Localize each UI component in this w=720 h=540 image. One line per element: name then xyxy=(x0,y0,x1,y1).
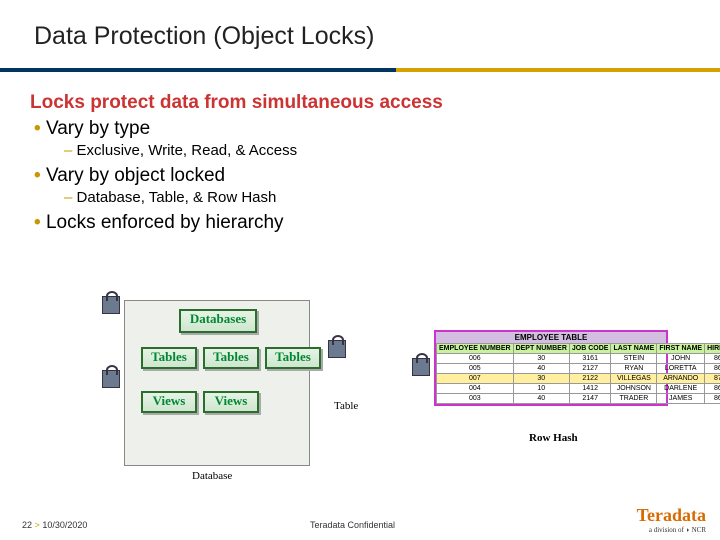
col-header: FIRST NAME xyxy=(657,344,705,354)
views-box: Views xyxy=(141,391,197,413)
tables-box: Tables xyxy=(265,347,321,369)
bullet-vary-object: • Vary by object locked xyxy=(34,165,690,187)
database-label: Database xyxy=(192,470,232,482)
employee-grid: EMPLOYEE NUMBER DEPT NUMBER JOB CODE LAS… xyxy=(436,343,720,404)
col-header: LAST NAME xyxy=(611,344,657,354)
table-label: Table xyxy=(334,400,358,412)
bullet-vary-type: • Vary by type xyxy=(34,118,690,140)
table-row: 004101412JOHNSONDARLENE861015 xyxy=(437,384,720,394)
employee-table-title: EMPLOYEE TABLE xyxy=(436,332,666,343)
employee-table: EMPLOYEE TABLE EMPLOYEE NUMBER DEPT NUMB… xyxy=(434,330,668,406)
brand-logo: Teradata a division of ◗ NCR xyxy=(637,505,706,534)
table-row: 005402127RYANLORETTA861024 xyxy=(437,364,720,374)
subbullet-text: Database, Table, & Row Hash xyxy=(77,189,277,206)
lock-icon xyxy=(328,340,346,358)
col-header: DEPT NUMBER xyxy=(513,344,569,354)
views-box: Views xyxy=(203,391,259,413)
tables-box: Tables xyxy=(203,347,259,369)
footer-left: 22 > 10/30/2020 xyxy=(22,520,87,530)
table-row: 007302122VILLEGASARNANDO870126 xyxy=(437,374,720,384)
footer-sep: > xyxy=(35,520,40,530)
lock-icon xyxy=(102,370,120,388)
content-area: Locks protect data from simultaneous acc… xyxy=(30,92,690,236)
col-header: JOB CODE xyxy=(569,344,611,354)
table-row: 006303161STEINJOHN861006 xyxy=(437,354,720,364)
subbullet-objects: – Database, Table, & Row Hash xyxy=(64,189,690,206)
page-number: 22 xyxy=(22,520,32,530)
bullet-hierarchy: • Locks enforced by hierarchy xyxy=(34,212,690,234)
slide-title: Data Protection (Object Locks) xyxy=(34,22,374,51)
database-frame: Databases Tables Tables Tables Views Vie… xyxy=(124,300,310,466)
col-header: EMPLOYEE NUMBER xyxy=(437,344,514,354)
databases-box: Databases xyxy=(179,309,257,333)
subbullet-types: – Exclusive, Write, Read, & Access xyxy=(64,142,690,159)
rowhash-label: Row Hash xyxy=(529,432,578,444)
bullet-text: Locks enforced by hierarchy xyxy=(46,212,284,233)
brand-sub: a division of ◗ NCR xyxy=(637,526,706,534)
title-rule xyxy=(0,68,720,72)
bullet-text: Vary by type xyxy=(46,118,150,139)
lock-icon xyxy=(412,358,430,376)
lock-icon xyxy=(102,296,120,314)
tables-box: Tables xyxy=(141,347,197,369)
table-row: 003402147TRADERJAMES860731 xyxy=(437,394,720,404)
table-header-row: EMPLOYEE NUMBER DEPT NUMBER JOB CODE LAS… xyxy=(437,344,720,354)
footer-date: 10/30/2020 xyxy=(42,520,87,530)
brand-name: Teradata xyxy=(637,505,706,525)
lead-text: Locks protect data from simultaneous acc… xyxy=(30,92,690,114)
col-header: HIRE DATE xyxy=(705,344,720,354)
hierarchy-diagram: Databases Tables Tables Tables Views Vie… xyxy=(124,300,614,466)
subbullet-text: Exclusive, Write, Read, & Access xyxy=(77,142,298,159)
bullet-text: Vary by object locked xyxy=(46,165,225,186)
footer-confidential: Teradata Confidential xyxy=(310,520,395,530)
